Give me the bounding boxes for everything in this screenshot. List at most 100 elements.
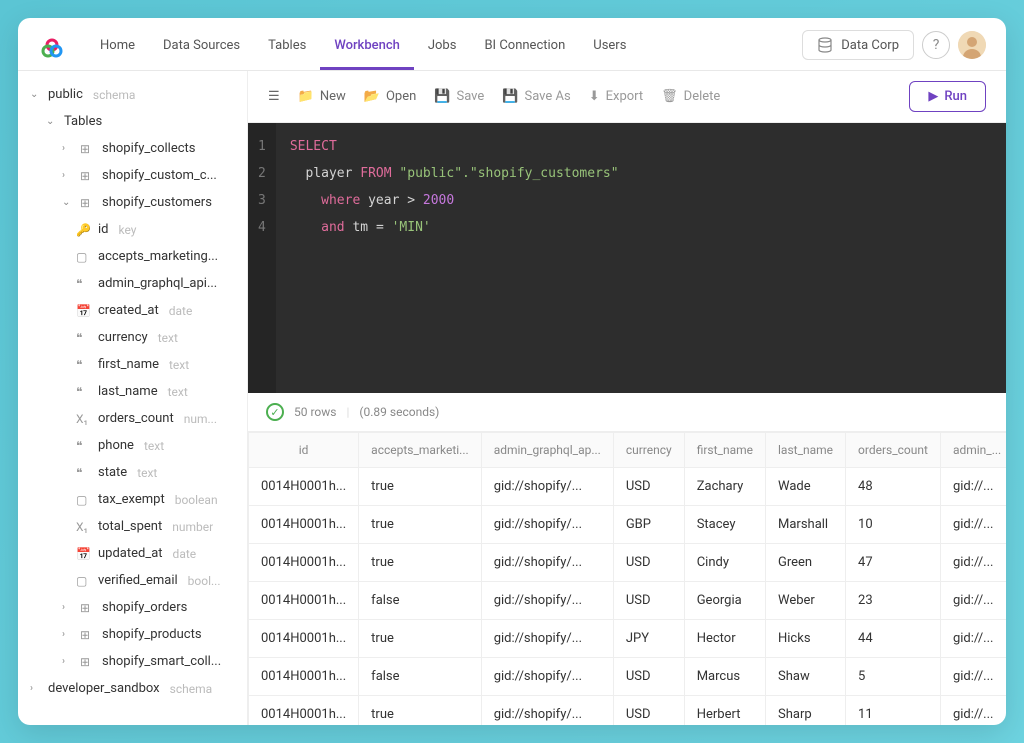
column-header[interactable]: id <box>249 433 359 468</box>
org-label: Data Corp <box>841 38 899 53</box>
sql-editor[interactable]: 1 2 3 4 SELECT player FROM "public"."sho… <box>248 123 1006 393</box>
column-header[interactable]: admin_... <box>940 433 1006 468</box>
table-header-row: idaccepts_marketi...admin_graphql_ap...c… <box>249 433 1007 468</box>
table-icon: ⊞ <box>80 196 96 210</box>
run-button[interactable]: ▶ Run <box>909 81 986 112</box>
column-type: date <box>169 304 193 318</box>
column-node[interactable]: ▢accepts_marketing... <box>18 243 247 270</box>
table-row[interactable]: 0014H0001h...truegid://shopify/...GBPSta… <box>249 506 1007 544</box>
column-node[interactable]: X₁orders_countnum... <box>18 405 247 432</box>
column-type-icon: 📅 <box>76 547 92 561</box>
column-name: created_at <box>98 303 159 318</box>
chevron-down-icon: ⌄ <box>46 116 58 127</box>
chevron-down-icon: ⌄ <box>30 89 42 100</box>
column-node[interactable]: ❝last_nametext <box>18 378 247 405</box>
table-cell: USD <box>613 582 684 620</box>
column-type: text <box>168 385 188 399</box>
table-cell: true <box>359 696 482 726</box>
schema-node[interactable]: ⌄ public schema <box>18 81 247 108</box>
column-node[interactable]: ❝phonetext <box>18 432 247 459</box>
column-node[interactable]: 📅updated_atdate <box>18 540 247 567</box>
table-icon: ⊞ <box>80 601 96 615</box>
nav-home[interactable]: Home <box>86 28 149 70</box>
column-node[interactable]: 🔑idkey <box>18 216 247 243</box>
table-cell: gid://shopify/... <box>481 468 613 506</box>
column-header[interactable]: accepts_marketi... <box>359 433 482 468</box>
table-cell: Cindy <box>684 544 765 582</box>
column-node[interactable]: ❝first_nametext <box>18 351 247 378</box>
table-name: shopify_smart_coll... <box>102 654 221 669</box>
column-node[interactable]: ❝currencytext <box>18 324 247 351</box>
table-cell: Hicks <box>766 620 846 658</box>
table-row[interactable]: 0014H0001h...falsegid://shopify/...USDMa… <box>249 658 1007 696</box>
column-node[interactable]: ▢tax_exemptboolean <box>18 486 247 513</box>
results-table-wrap[interactable]: idaccepts_marketi...admin_graphql_ap...c… <box>248 432 1006 725</box>
new-button[interactable]: 📁New <box>298 89 346 104</box>
table-cell: true <box>359 544 482 582</box>
table-cell: 48 <box>846 468 941 506</box>
saveas-button[interactable]: 💾Save As <box>502 89 570 104</box>
column-header[interactable]: admin_graphql_ap... <box>481 433 613 468</box>
table-node[interactable]: › ⊞ shopify_orders <box>18 594 247 621</box>
column-node[interactable]: 📅 created_at date <box>18 297 247 324</box>
other-schema-node[interactable]: › developer_sandbox schema <box>18 675 247 702</box>
column-header[interactable]: last_name <box>766 433 846 468</box>
column-node[interactable]: ▢verified_emailbool... <box>18 567 247 594</box>
tables-label: Tables <box>64 114 102 129</box>
table-node[interactable]: › ⊞ shopify_collects <box>18 135 247 162</box>
chevron-right-icon: › <box>62 602 74 613</box>
nav-bi[interactable]: BI Connection <box>470 28 579 70</box>
table-row[interactable]: 0014H0001h...truegid://shopify/...USDZac… <box>249 468 1007 506</box>
column-header[interactable]: first_name <box>684 433 765 468</box>
nav-workbench[interactable]: Workbench <box>320 28 414 70</box>
table-row[interactable]: 0014H0001h...falsegid://shopify/...USDGe… <box>249 582 1007 620</box>
table-cell: 5 <box>846 658 941 696</box>
column-name: verified_email <box>98 573 178 588</box>
table-row[interactable]: 0014H0001h...truegid://shopify/...USDCin… <box>249 544 1007 582</box>
column-type-icon: ❝ <box>76 277 92 291</box>
delete-button[interactable]: 🗑Delete <box>661 89 720 104</box>
table-node[interactable]: › ⊞ shopify_products <box>18 621 247 648</box>
org-selector[interactable]: Data Corp <box>802 30 914 60</box>
column-name: admin_graphql_api... <box>98 276 217 291</box>
nav-users[interactable]: Users <box>579 28 640 70</box>
column-header[interactable]: currency <box>613 433 684 468</box>
table-cell: 0014H0001h... <box>249 506 359 544</box>
avatar[interactable] <box>958 31 986 59</box>
app-window: Home Data Sources Tables Workbench Jobs … <box>18 18 1006 725</box>
nav-tables[interactable]: Tables <box>254 28 320 70</box>
table-icon: ⊞ <box>80 142 96 156</box>
table-cell: gid://... <box>940 468 1006 506</box>
nav-datasources[interactable]: Data Sources <box>149 28 254 70</box>
help-icon[interactable]: ? <box>922 31 950 59</box>
table-name: shopify_products <box>102 627 202 642</box>
nav-jobs[interactable]: Jobs <box>414 28 471 70</box>
table-cell: Zachary <box>684 468 765 506</box>
column-name: accepts_marketing... <box>98 249 218 264</box>
open-button[interactable]: 📂Open <box>364 89 417 104</box>
code-area[interactable]: SELECT player FROM "public"."shopify_cus… <box>276 123 633 393</box>
table-row[interactable]: 0014H0001h...truegid://shopify/...USDHer… <box>249 696 1007 726</box>
table-node[interactable]: › ⊞ shopify_custom_c... <box>18 162 247 189</box>
column-type-icon: 📅 <box>76 304 92 318</box>
table-cell: gid://... <box>940 506 1006 544</box>
column-node[interactable]: X₁total_spentnumber <box>18 513 247 540</box>
indent-icon[interactable]: ☰ <box>268 89 280 104</box>
column-name: first_name <box>98 357 159 372</box>
tables-node[interactable]: ⌄ Tables <box>18 108 247 135</box>
table-row[interactable]: 0014H0001h...truegid://shopify/...JPYHec… <box>249 620 1007 658</box>
table-cell: gid://shopify/... <box>481 582 613 620</box>
column-node[interactable]: ❝ admin_graphql_api... <box>18 270 247 297</box>
table-cell: Weber <box>766 582 846 620</box>
table-node[interactable]: › ⊞ shopify_smart_coll... <box>18 648 247 675</box>
table-name: shopify_custom_c... <box>102 168 217 183</box>
table-cell: 23 <box>846 582 941 620</box>
column-header[interactable]: orders_count <box>846 433 941 468</box>
table-node-expanded[interactable]: ⌄ ⊞ shopify_customers <box>18 189 247 216</box>
table-cell: gid://shopify/... <box>481 696 613 726</box>
column-node[interactable]: ❝statetext <box>18 459 247 486</box>
table-cell: GBP <box>613 506 684 544</box>
export-button[interactable]: ⬇Export <box>589 89 643 104</box>
results-table: idaccepts_marketi...admin_graphql_ap...c… <box>248 432 1006 725</box>
save-button[interactable]: 💾Save <box>434 89 484 104</box>
